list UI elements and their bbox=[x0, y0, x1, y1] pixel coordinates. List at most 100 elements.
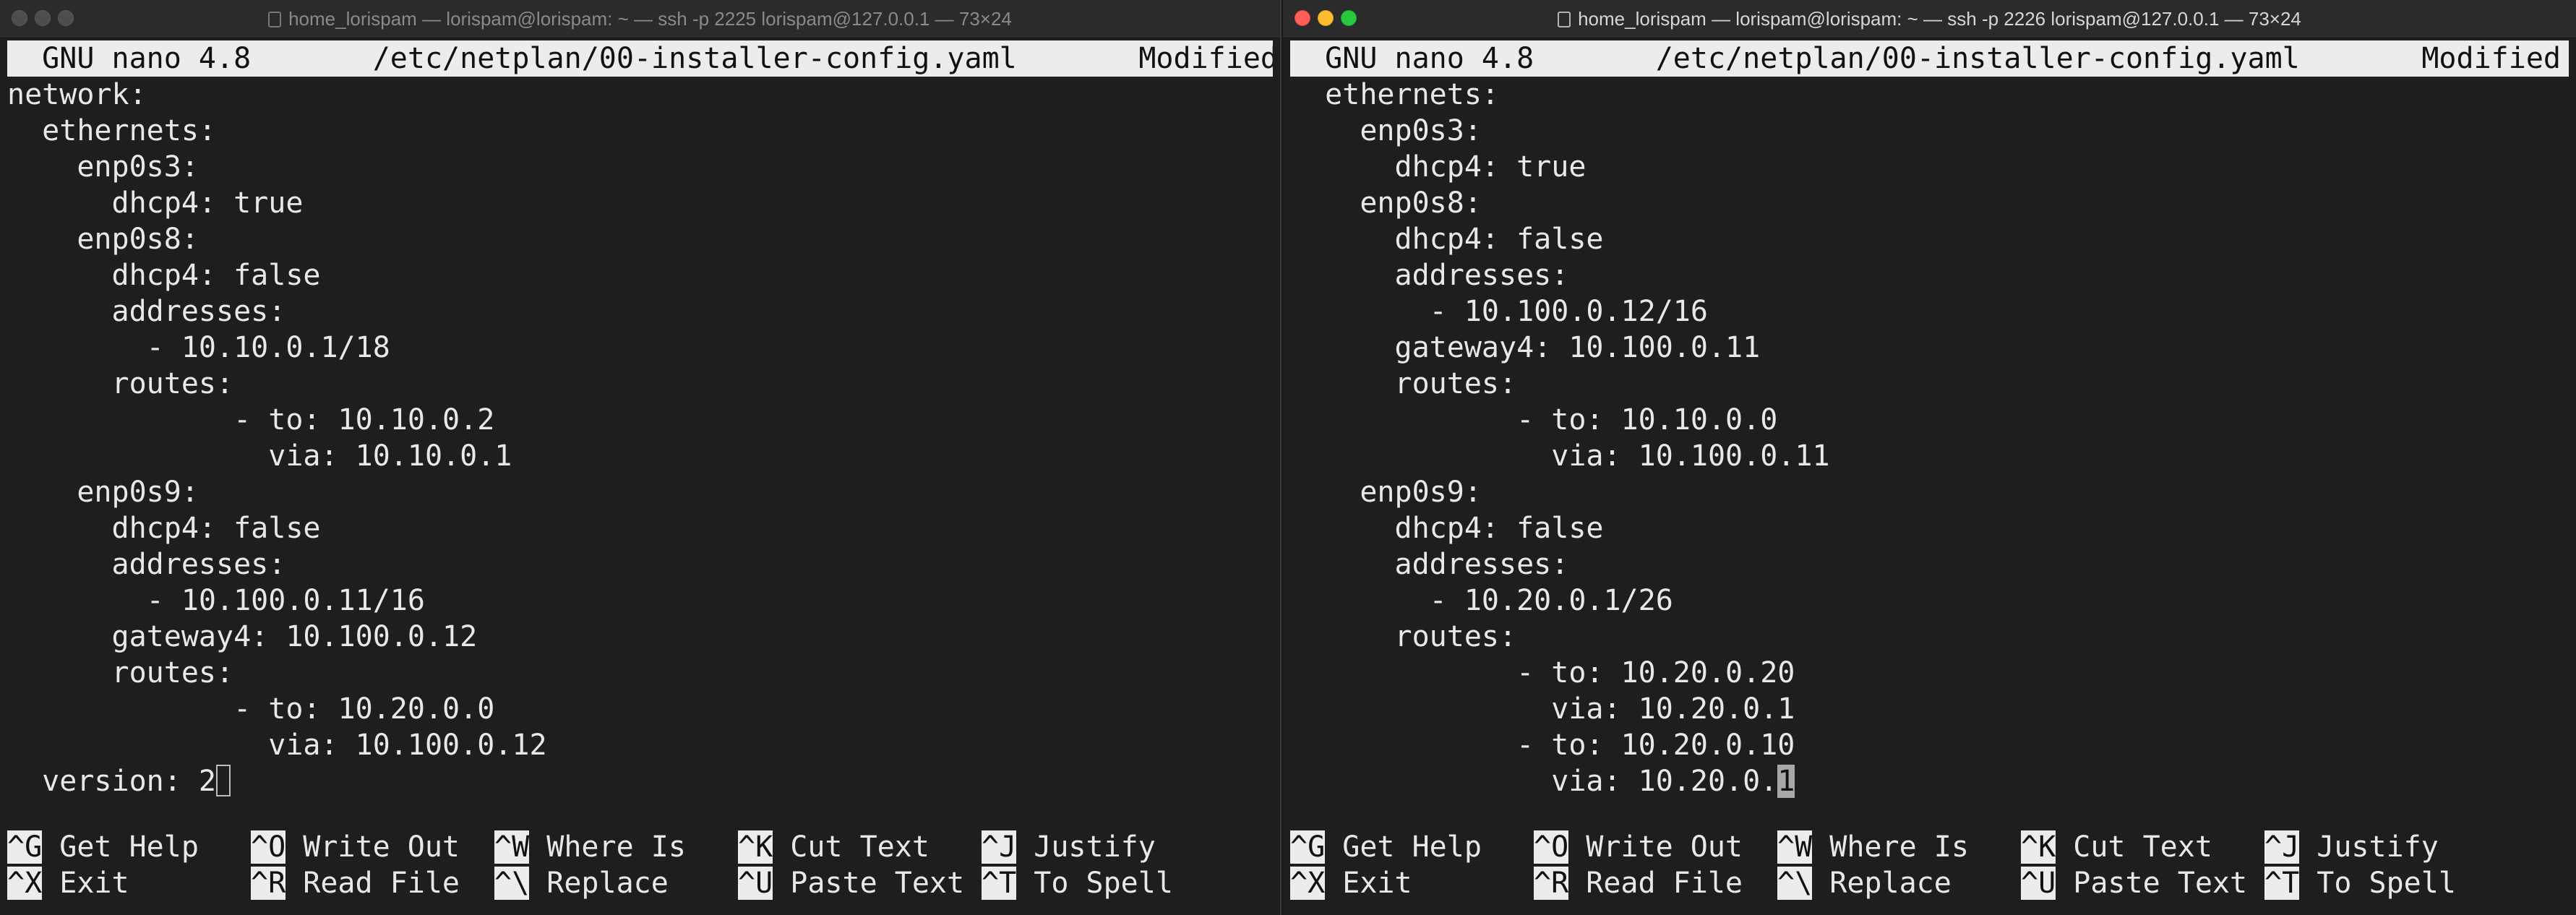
nano-shortcuts: ^G Get Help ^O Write Out ^W Where Is ^K Cut… bbox=[1290, 829, 2569, 901]
editor-line: network: bbox=[7, 78, 147, 111]
shortcut-key: ^U bbox=[2021, 867, 2056, 900]
editor-line: addresses: bbox=[1290, 259, 1569, 292]
shortcut-get-help[interactable]: ^G Get Help bbox=[7, 829, 251, 865]
editor-line: enp0s3: bbox=[7, 150, 199, 184]
terminal-window-left[interactable]: home_lorispam — lorispam@lorispam: ~ — s… bbox=[0, 0, 1281, 915]
shortcut-write-out[interactable]: ^O Write Out bbox=[1534, 829, 1777, 865]
shortcut-key: ^O bbox=[251, 830, 286, 864]
window-title: home_lorispam — lorispam@lorispam: ~ — s… bbox=[1283, 0, 2576, 38]
window-title: home_lorispam — lorispam@lorispam: ~ — s… bbox=[0, 0, 1280, 38]
editor-line: ethernets: bbox=[7, 114, 216, 147]
editor-line: dhcp4: false bbox=[1290, 512, 1604, 545]
terminal-area[interactable]: GNU nano 4.8 /etc/netplan/00-installer-c… bbox=[7, 38, 1273, 915]
shortcut-label: Get Help bbox=[1325, 830, 1482, 864]
shortcut-key: ^W bbox=[494, 830, 530, 864]
editor-line: dhcp4: true bbox=[7, 186, 304, 220]
shortcut-label: To Spell bbox=[2299, 867, 2456, 900]
editor-line: - 10.20.0.1/26 bbox=[1290, 584, 1673, 617]
editor-line: via: 10.100.0.11 bbox=[1290, 439, 1830, 473]
nano-header: GNU nano 4.8 /etc/netplan/00-installer-c… bbox=[1290, 40, 2569, 77]
shortcut-where-is[interactable]: ^W Where Is bbox=[494, 829, 738, 865]
editor-line-cursor: version: 2 bbox=[7, 763, 1273, 799]
editor-line: gateway4: 10.100.0.11 bbox=[1290, 331, 1761, 364]
titlebar-right[interactable]: home_lorispam — lorispam@lorispam: ~ — s… bbox=[1283, 0, 2576, 38]
editor-content[interactable]: ethernets: enp0s3: dhcp4: true enp0s8: d… bbox=[1290, 77, 2569, 799]
shortcut-write-out[interactable]: ^O Write Out bbox=[251, 829, 494, 865]
shortcut-get-help[interactable]: ^G Get Help bbox=[1290, 829, 1534, 865]
shortcut-label: Where Is bbox=[529, 830, 686, 864]
shortcut-row: ^G Get Help ^O Write Out ^W Where Is ^K Cut… bbox=[1290, 829, 2569, 865]
shortcut-key: ^R bbox=[251, 867, 286, 900]
editor-line: addresses: bbox=[1290, 548, 1569, 581]
shortcut-label: To Spell bbox=[1016, 867, 1173, 900]
shortcut-where-is[interactable]: ^W Where Is bbox=[1777, 829, 2021, 865]
editor-line: enp0s3: bbox=[1290, 114, 1482, 147]
editor-line: addresses: bbox=[7, 548, 286, 581]
folder-icon bbox=[268, 12, 282, 27]
shortcut-key: ^O bbox=[1534, 830, 1569, 864]
nano-header: GNU nano 4.8 /etc/netplan/00-installer-c… bbox=[7, 40, 1273, 77]
shortcut-row: ^X Exit ^R Read File ^\ Replace ^U Paste Te… bbox=[1290, 865, 2569, 901]
shortcut-label: Paste Text bbox=[2056, 867, 2248, 900]
terminal-window-right[interactable]: home_lorispam — lorispam@lorispam: ~ — s… bbox=[1283, 0, 2576, 915]
shortcut-cut-text[interactable]: ^K Cut Text bbox=[738, 829, 982, 865]
shortcut-label: Paste Text bbox=[773, 867, 965, 900]
shortcut-exit[interactable]: ^X Exit bbox=[7, 865, 251, 901]
editor-line: - 10.100.0.12/16 bbox=[1290, 295, 1708, 328]
shortcut-key: ^R bbox=[1534, 867, 1569, 900]
shortcut-label: Where Is bbox=[1812, 830, 1969, 864]
shortcut-label: Exit bbox=[42, 867, 129, 900]
editor-line: via: 10.10.0.1 bbox=[7, 439, 512, 473]
text-cursor: 1 bbox=[1777, 765, 1795, 798]
folder-icon bbox=[1558, 12, 1571, 27]
shortcut-justify[interactable]: ^J Justify bbox=[2264, 829, 2508, 865]
shortcut-label: Replace bbox=[529, 867, 669, 900]
shortcut-read-file[interactable]: ^R Read File bbox=[1534, 865, 1777, 901]
editor-line: gateway4: 10.100.0.12 bbox=[7, 620, 478, 653]
shortcut-row: ^X Exit ^R Read File ^\ Replace ^U Paste Te… bbox=[7, 865, 1273, 901]
shortcut-label: Exit bbox=[1325, 867, 1412, 900]
editor-line: enp0s8: bbox=[1290, 186, 1482, 220]
shortcut-key: ^G bbox=[7, 830, 43, 864]
titlebar-left[interactable]: home_lorispam — lorispam@lorispam: ~ — s… bbox=[0, 0, 1280, 38]
editor-line: dhcp4: false bbox=[7, 259, 321, 292]
editor-line: routes: bbox=[7, 367, 234, 400]
shortcut-key: ^K bbox=[2021, 830, 2056, 864]
shortcut-to-spell[interactable]: ^T To Spell bbox=[2264, 865, 2508, 901]
shortcut-cut-text[interactable]: ^K Cut Text bbox=[2021, 829, 2264, 865]
shortcut-exit[interactable]: ^X Exit bbox=[1290, 865, 1534, 901]
editor-line: enp0s9: bbox=[1290, 476, 1482, 509]
shortcut-label: Write Out bbox=[1568, 830, 1743, 864]
shortcut-read-file[interactable]: ^R Read File bbox=[251, 865, 494, 901]
editor-line: - to: 10.10.0.2 bbox=[7, 403, 495, 437]
editor-line: - 10.100.0.11/16 bbox=[7, 584, 425, 617]
editor-line: addresses: bbox=[7, 295, 286, 328]
editor-content[interactable]: network: ethernets: enp0s3: dhcp4: true … bbox=[7, 77, 1273, 799]
editor-line: - to: 10.20.0.0 bbox=[7, 692, 495, 726]
shortcut-justify[interactable]: ^J Justify bbox=[982, 829, 1225, 865]
shortcut-key: ^W bbox=[1777, 830, 1813, 864]
shortcut-key: ^J bbox=[982, 830, 1017, 864]
shortcut-label: Write Out bbox=[285, 830, 460, 864]
editor-line: routes: bbox=[1290, 620, 1517, 653]
shortcut-to-spell[interactable]: ^T To Spell bbox=[982, 865, 1225, 901]
editor-line: dhcp4: false bbox=[7, 512, 321, 545]
shortcut-label: Cut Text bbox=[773, 830, 929, 864]
editor-line: via: 10.100.0.12 bbox=[7, 729, 547, 762]
shortcut-replace[interactable]: ^\ Replace bbox=[494, 865, 738, 901]
text-cursor bbox=[215, 765, 231, 796]
shortcut-paste-text[interactable]: ^U Paste Text bbox=[738, 865, 982, 901]
terminal-area[interactable]: GNU nano 4.8 /etc/netplan/00-installer-c… bbox=[1290, 38, 2569, 915]
editor-line-text: version: 2 bbox=[7, 765, 216, 798]
editor-line: - to: 10.10.0.0 bbox=[1290, 403, 1778, 437]
shortcut-label: Justify bbox=[2299, 830, 2439, 864]
shortcut-key: ^\ bbox=[494, 867, 530, 900]
editor-line: ethernets: bbox=[1290, 78, 1499, 111]
editor-line: dhcp4: true bbox=[1290, 150, 1587, 184]
editor-line-cursor: via: 10.20.0.1 bbox=[1290, 763, 2569, 799]
shortcut-paste-text[interactable]: ^U Paste Text bbox=[2021, 865, 2264, 901]
window-title-text: home_lorispam — lorispam@lorispam: ~ — s… bbox=[288, 8, 1012, 30]
shortcut-key: ^\ bbox=[1777, 867, 1813, 900]
shortcut-row: ^G Get Help ^O Write Out ^W Where Is ^K Cut… bbox=[7, 829, 1273, 865]
shortcut-replace[interactable]: ^\ Replace bbox=[1777, 865, 2021, 901]
